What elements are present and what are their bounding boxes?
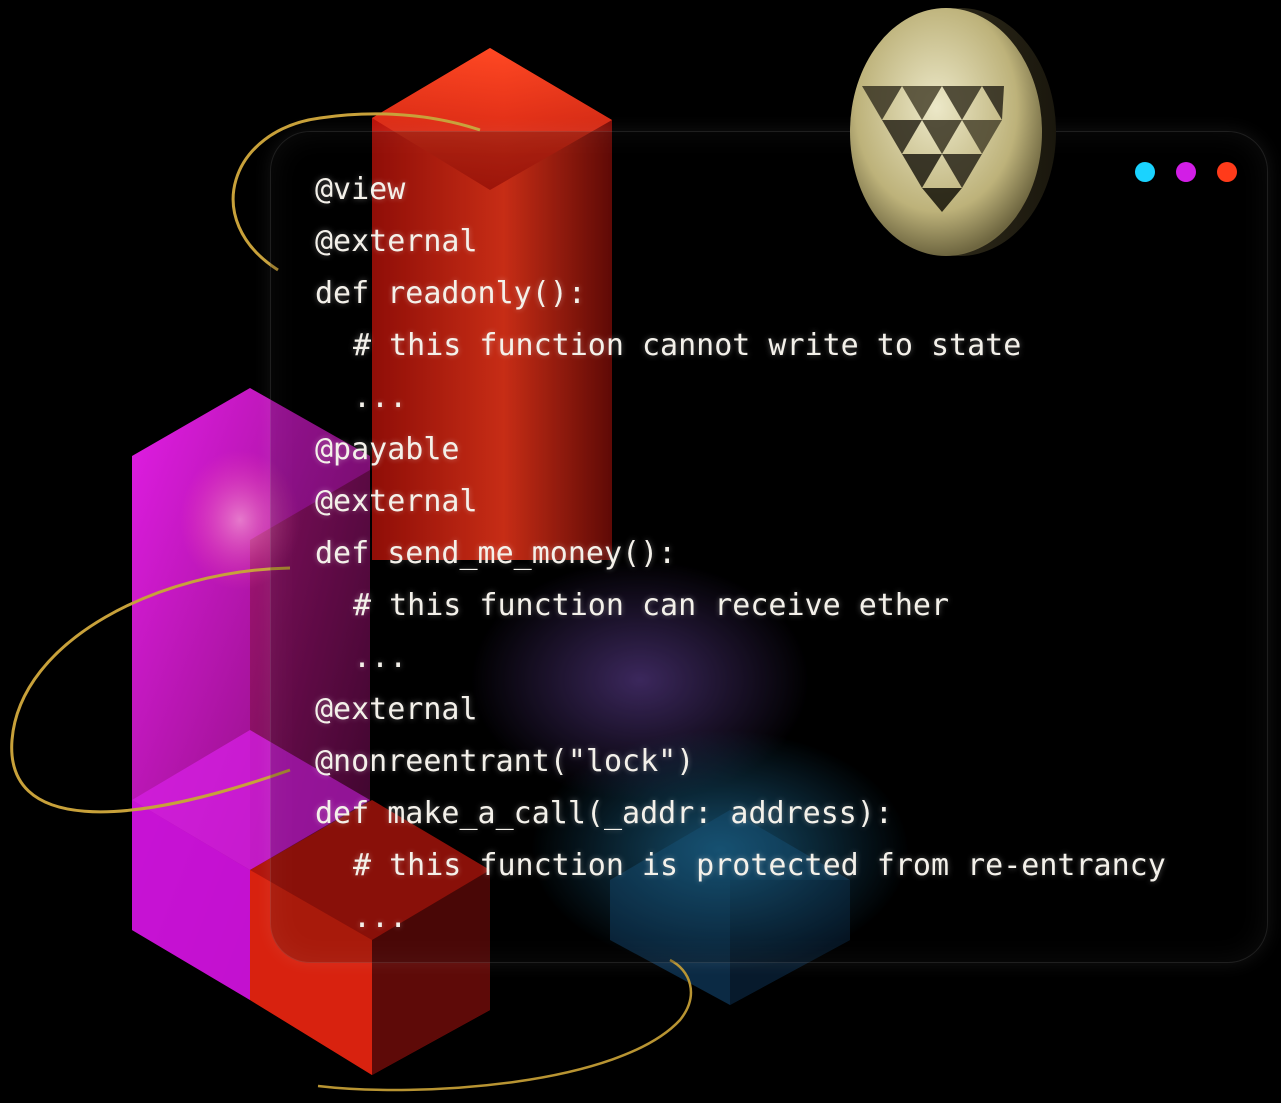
code-line: def send_me_money(): (315, 536, 677, 571)
code-block: @view @external def readonly(): # this f… (315, 164, 1166, 944)
code-line: ... (353, 900, 408, 935)
code-line: def readonly(): (315, 276, 586, 311)
code-line: ... (353, 380, 408, 415)
code-line: ... (353, 640, 408, 675)
code-comment-line: # this function is protected from re-ent… (353, 848, 1166, 883)
code-line: @payable (315, 432, 460, 467)
code-line: def make_a_call(_addr: address): (315, 796, 893, 831)
vyper-logo-coin-icon (838, 6, 1058, 258)
code-comment-line: # this function can receive ether (353, 588, 950, 623)
code-line: @external (315, 484, 478, 519)
code-comment-line: # this function cannot write to state (353, 328, 1022, 363)
code-line: @external (315, 692, 478, 727)
code-window: @view @external def readonly(): # this f… (270, 131, 1268, 963)
magenta-dot-icon[interactable] (1176, 162, 1196, 182)
red-dot-icon[interactable] (1217, 162, 1237, 182)
code-line: @nonreentrant("lock") (315, 744, 695, 779)
